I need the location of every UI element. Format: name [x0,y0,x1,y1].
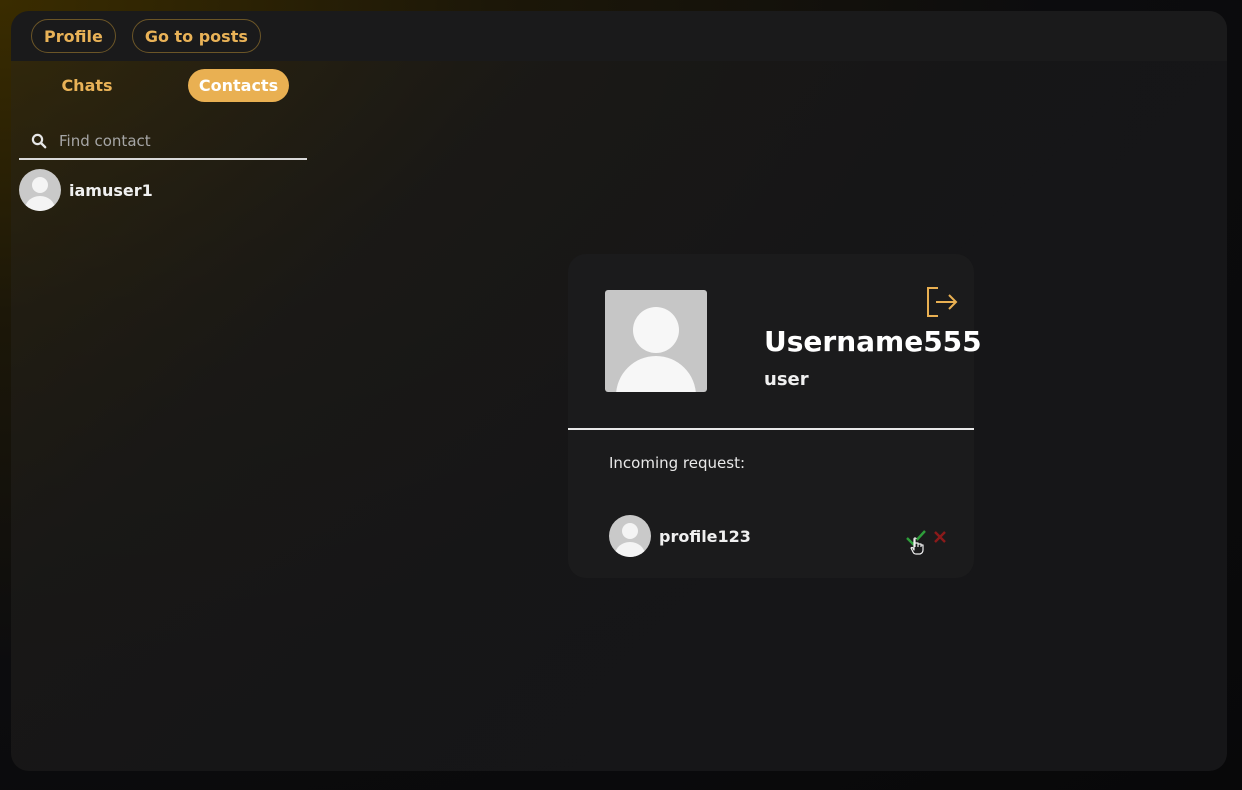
go-to-posts-button[interactable]: Go to posts [131,19,261,53]
logout-icon[interactable] [924,284,960,320]
request-item: profile123 [609,515,954,557]
contact-name: iamuser1 [69,180,153,200]
top-bar: Profile Go to posts [11,11,1227,61]
reject-request-button[interactable] [932,529,948,545]
contact-list-item[interactable]: iamuser1 [19,169,309,211]
profile-username: Username555 [764,325,982,358]
avatar [609,515,651,557]
sidebar-tabs: Chats Contacts [11,69,311,102]
profile-button[interactable]: Profile [31,19,116,53]
tab-chats[interactable]: Chats [46,69,128,102]
close-icon [934,531,946,543]
profile-card: Username555 user Incoming request: profi… [568,254,982,578]
profile-avatar [605,290,707,392]
user-silhouette-icon [615,523,645,557]
app-window: Profile Go to posts Chats Contacts iamus… [11,11,1227,771]
avatar [19,169,61,211]
divider [568,428,974,430]
profile-role: user [764,369,809,390]
tab-contacts[interactable]: Contacts [188,69,289,102]
search-input[interactable] [59,132,307,150]
incoming-request-label: Incoming request: [609,454,746,472]
user-silhouette-icon [616,307,696,392]
search-icon [19,133,59,149]
user-silhouette-icon [25,177,55,211]
request-name: profile123 [659,526,751,546]
contact-search [19,124,307,160]
hand-cursor-icon [910,537,926,555]
